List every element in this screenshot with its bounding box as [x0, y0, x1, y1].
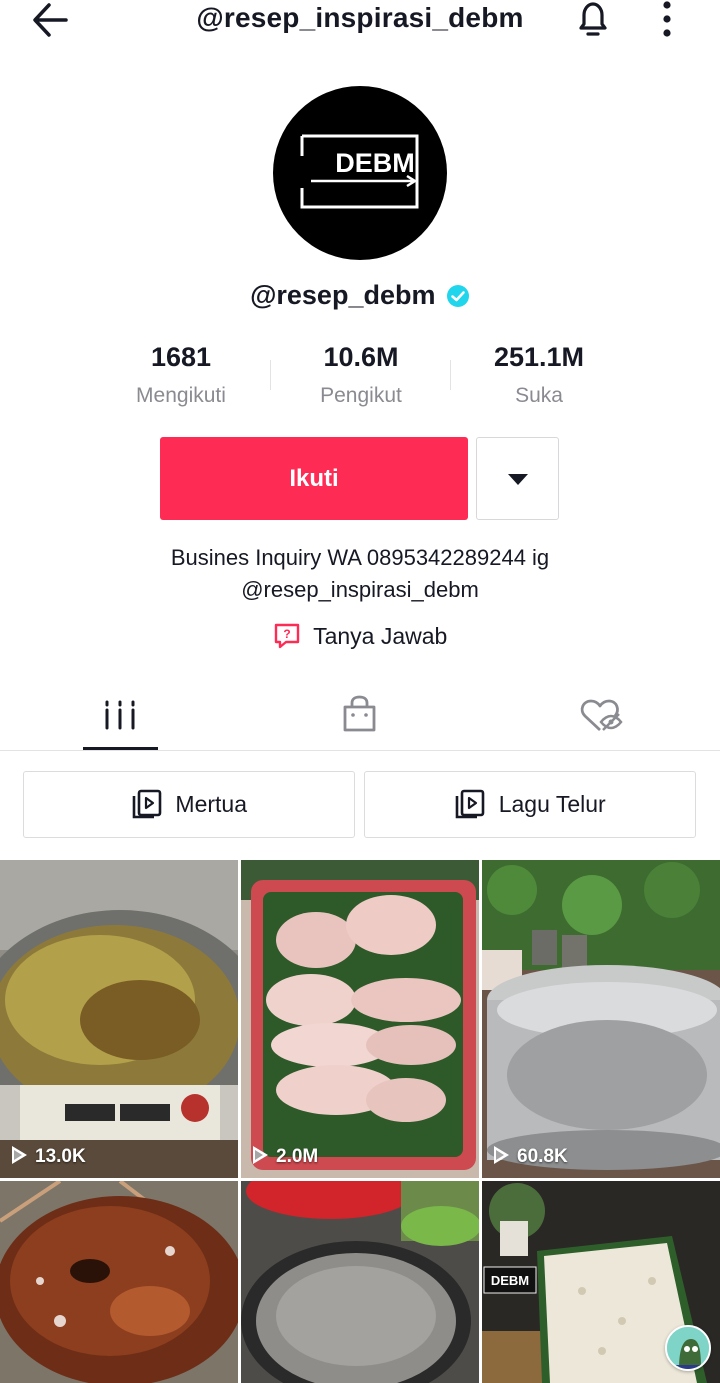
play-icon [253, 1145, 268, 1164]
likes-count: 251.1M [493, 342, 585, 372]
more-vertical-icon [663, 1, 671, 37]
profile-bio: Busines Inquiry WA 0895342289244 ig @res… [60, 542, 660, 606]
page-title: @resep_inspirasi_debm [196, 2, 524, 33]
following-count: 1681 [150, 342, 212, 372]
floating-creator-avatar[interactable] [665, 1325, 711, 1371]
bell-icon [579, 2, 607, 36]
top-bar: @resep_inspirasi_debm [0, 0, 720, 40]
qa-label: Tanya Jawab [313, 622, 448, 649]
question-bubble-icon: ? [274, 623, 299, 649]
video-thumbnail[interactable]: 60.8K [482, 860, 720, 1178]
video-preview-image [0, 1181, 238, 1383]
view-count-text: 2.0M [276, 1146, 319, 1167]
following-label: Mengikuti [136, 384, 226, 407]
verified-badge-icon [446, 284, 469, 307]
playlist-label: Mertua [175, 791, 248, 817]
view-count-text: 60.8K [517, 1146, 568, 1167]
video-preview-image [482, 860, 720, 1178]
view-count: 60.8K [494, 1145, 568, 1168]
back-button[interactable] [30, 0, 72, 40]
stat-likes: 251.1M Suka [449, 338, 629, 408]
qa-link[interactable]: ? Tanya Jawab [0, 622, 720, 650]
video-thumbnail[interactable] [241, 1181, 479, 1383]
bio-line[interactable]: @resep_inspirasi_debm [60, 574, 660, 606]
notification-bell-button[interactable] [572, 0, 614, 40]
tabs-divider [0, 750, 720, 751]
stat-following[interactable]: 1681 Mengikuti [91, 338, 271, 408]
video-preview-image [241, 1181, 479, 1383]
follow-button[interactable]: Ikuti [160, 437, 468, 520]
thumbnail-logo-text: DEBM [491, 1273, 529, 1288]
tab-shop[interactable] [322, 688, 397, 750]
video-thumbnail[interactable]: 13.0K [0, 860, 238, 1178]
username: @resep_debm [250, 280, 436, 310]
video-thumbnail[interactable] [0, 1181, 238, 1383]
followers-label: Pengikut [320, 384, 402, 407]
stat-followers[interactable]: 10.6M Pengikut [271, 338, 451, 408]
playlist-label: Lagu Telur [498, 791, 606, 817]
followers-count: 10.6M [323, 342, 399, 372]
debm-logo: DEBM [300, 134, 419, 209]
more-options-button[interactable] [652, 0, 682, 40]
suggested-accounts-dropdown-button[interactable] [476, 437, 559, 520]
profile-avatar[interactable]: DEBM [273, 86, 447, 260]
shopping-bag-icon [343, 695, 376, 732]
likes-label: Suka [515, 384, 563, 407]
bio-line: Busines Inquiry WA 0895342289244 ig [170, 545, 550, 570]
tab-videos[interactable] [83, 688, 158, 750]
playlist-icon [455, 789, 485, 819]
video-thumbnail[interactable]: 2.0M [241, 860, 479, 1178]
view-count: 13.0K [12, 1145, 86, 1168]
video-preview-image [0, 860, 238, 1178]
videos-grid-icon [105, 700, 135, 730]
video-grid: 13.0K 2.0M 60.8K DEBM [0, 860, 720, 1383]
video-preview-image [241, 860, 479, 1178]
view-count: 2.0M [253, 1145, 319, 1168]
tab-liked[interactable] [563, 688, 638, 750]
username-row: @resep_debm [0, 280, 720, 316]
liked-hidden-icon [580, 699, 623, 732]
arrow-left-icon [33, 3, 68, 37]
playlist-lagu-telur[interactable]: Lagu Telur [364, 771, 696, 838]
play-icon [12, 1145, 27, 1164]
view-count-text: 13.0K [35, 1146, 86, 1167]
play-icon [494, 1145, 509, 1164]
avatar-logo-text: DEBM [335, 148, 415, 178]
playlist-icon [132, 789, 162, 819]
svg-text:?: ? [283, 627, 290, 641]
caret-down-icon [508, 474, 528, 485]
playlist-mertua[interactable]: Mertua [23, 771, 355, 838]
